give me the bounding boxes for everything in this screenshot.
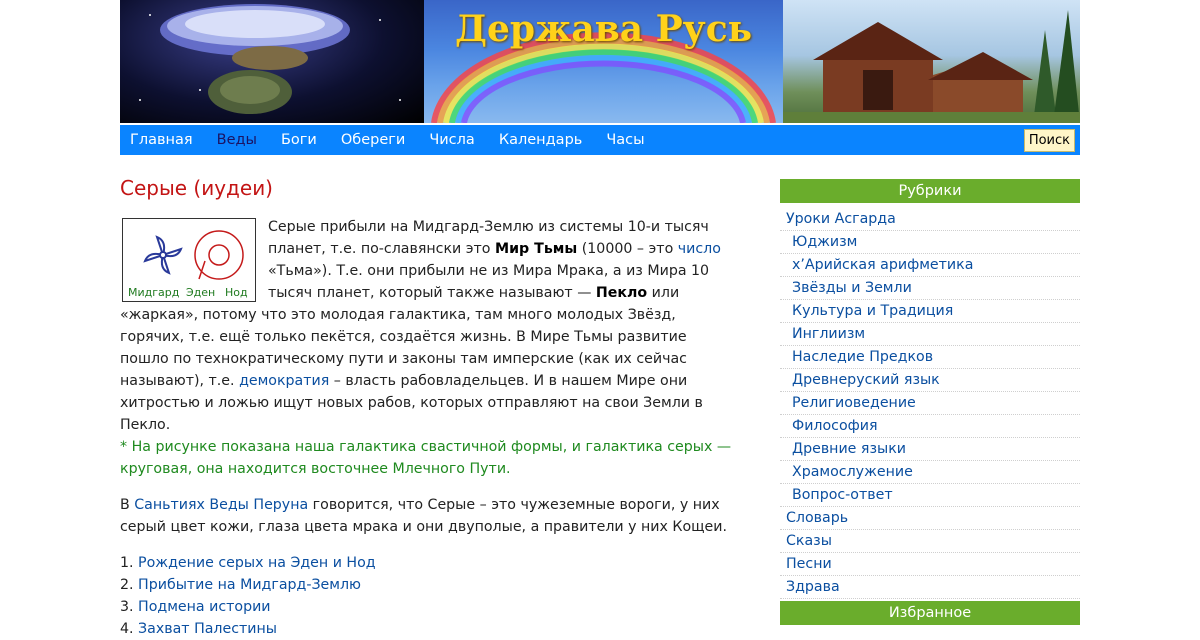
- chapter-link[interactable]: Прибытие на Мидгард-Землю: [138, 577, 361, 593]
- banner-image-temple: [783, 0, 1080, 123]
- chapter-link[interactable]: Захват Палестины: [138, 621, 277, 637]
- sidebar-item-health[interactable]: Здрава: [780, 576, 1080, 599]
- banner-title-area: Держава Русь: [424, 0, 783, 123]
- sidebar-heading-favorites: Избранное: [780, 601, 1080, 625]
- header-banner: Держава Русь: [120, 0, 1080, 123]
- main-nav: Главная Веды Боги Обереги Числа Календар…: [120, 125, 1080, 155]
- chapter-link[interactable]: Рождение серых на Эден и Нод: [138, 555, 376, 571]
- sidebar: Рубрики Уроки Асгарда Юджизм х’Арийская …: [780, 179, 1080, 625]
- figure-label-eden: Эден: [186, 286, 216, 299]
- flat-earth-illustration: [139, 4, 401, 114]
- sidebar-item-qa[interactable]: Вопрос-ответ: [780, 484, 1080, 507]
- link-number[interactable]: число: [678, 241, 721, 257]
- link-democracy[interactable]: демократия: [239, 373, 329, 389]
- chapter-link[interactable]: Подмена истории: [138, 599, 270, 615]
- list-number: 4.: [120, 621, 139, 637]
- sidebar-item-tales[interactable]: Сказы: [780, 530, 1080, 553]
- list-item: 2. Прибытие на Мидгард-Землю: [120, 574, 736, 596]
- sidebar-item-asgard-lessons[interactable]: Уроки Асгарда: [780, 208, 1080, 231]
- sidebar-item-religion[interactable]: Религиоведение: [780, 392, 1080, 415]
- nav-item-calendar[interactable]: Календарь: [499, 132, 583, 148]
- sidebar-item-songs[interactable]: Песни: [780, 553, 1080, 576]
- sidebar-item-ingliizm[interactable]: Инглиизм: [780, 323, 1080, 346]
- sidebar-item-heritage[interactable]: Наследие Предков: [780, 346, 1080, 369]
- page: Держава Русь Главная Веды Боги Обереги Ч…: [120, 0, 1080, 637]
- banner-image-flat-earth: [120, 0, 424, 123]
- bold-term-peklo: Пекло: [595, 285, 648, 301]
- wooden-temple-illustration: [783, 10, 1080, 123]
- sidebar-item-arithmetic[interactable]: х’Арийская арифметика: [780, 254, 1080, 277]
- nav-item-clock[interactable]: Часы: [606, 132, 644, 148]
- sidebar-item-stars-earths[interactable]: Звёзды и Земли: [780, 277, 1080, 300]
- article-paragraph-2: В Саньтиях Веды Перуна говорится, что Се…: [120, 494, 736, 538]
- sidebar-heading-rubrics: Рубрики: [780, 179, 1080, 203]
- figure-label-midgard: Мидгард: [128, 286, 180, 299]
- figure-label-nod: Нод: [225, 286, 248, 299]
- nav-item-gods[interactable]: Боги: [281, 132, 317, 148]
- list-item: 4. Захват Палестины: [120, 618, 736, 640]
- list-item: 3. Подмена истории: [120, 596, 736, 618]
- bold-term-world-of-darkness: Мир Тьмы: [495, 241, 578, 257]
- search-button[interactable]: Поиск: [1023, 129, 1075, 152]
- list-item: 1. Рождение серых на Эден и Нод: [120, 552, 736, 574]
- chapter-list: 1. Рождение серых на Эден и Нод 2. Прибы…: [120, 552, 736, 640]
- list-number: 2.: [120, 577, 139, 593]
- text-segment: В: [120, 497, 135, 513]
- figure-note: * На рисунке показана наша галактика сва…: [120, 439, 732, 477]
- text-segment: (10000 – это: [577, 241, 678, 257]
- page-title: Серые (иудеи): [120, 176, 273, 200]
- nav-item-numbers[interactable]: Числа: [429, 132, 475, 148]
- list-number: 3.: [120, 599, 139, 615]
- sidebar-item-old-russian[interactable]: Древнеруский язык: [780, 369, 1080, 392]
- list-number: 1.: [120, 555, 139, 571]
- nav-item-home[interactable]: Главная: [130, 132, 193, 148]
- sidebar-item-yudzhizm[interactable]: Юджизм: [780, 231, 1080, 254]
- site-title[interactable]: Держава Русь: [424, 8, 783, 50]
- sidebar-item-ancient-languages[interactable]: Древние языки: [780, 438, 1080, 461]
- article: Серые (иудеи) Мидгард Эден Нод Серые при…: [120, 170, 736, 640]
- nav-item-vedas[interactable]: Веды: [217, 132, 257, 148]
- nav-item-amulets[interactable]: Обереги: [341, 132, 405, 148]
- sidebar-item-dictionary[interactable]: Словарь: [780, 507, 1080, 530]
- sidebar-item-temple-service[interactable]: Храмослужение: [780, 461, 1080, 484]
- sidebar-item-philosophy[interactable]: Философия: [780, 415, 1080, 438]
- sidebar-item-culture[interactable]: Культура и Традиция: [780, 300, 1080, 323]
- link-santii-vedy-peruna[interactable]: Саньтиях Веды Перуна: [134, 497, 308, 513]
- galaxy-figure[interactable]: Мидгард Эден Нод: [122, 218, 256, 302]
